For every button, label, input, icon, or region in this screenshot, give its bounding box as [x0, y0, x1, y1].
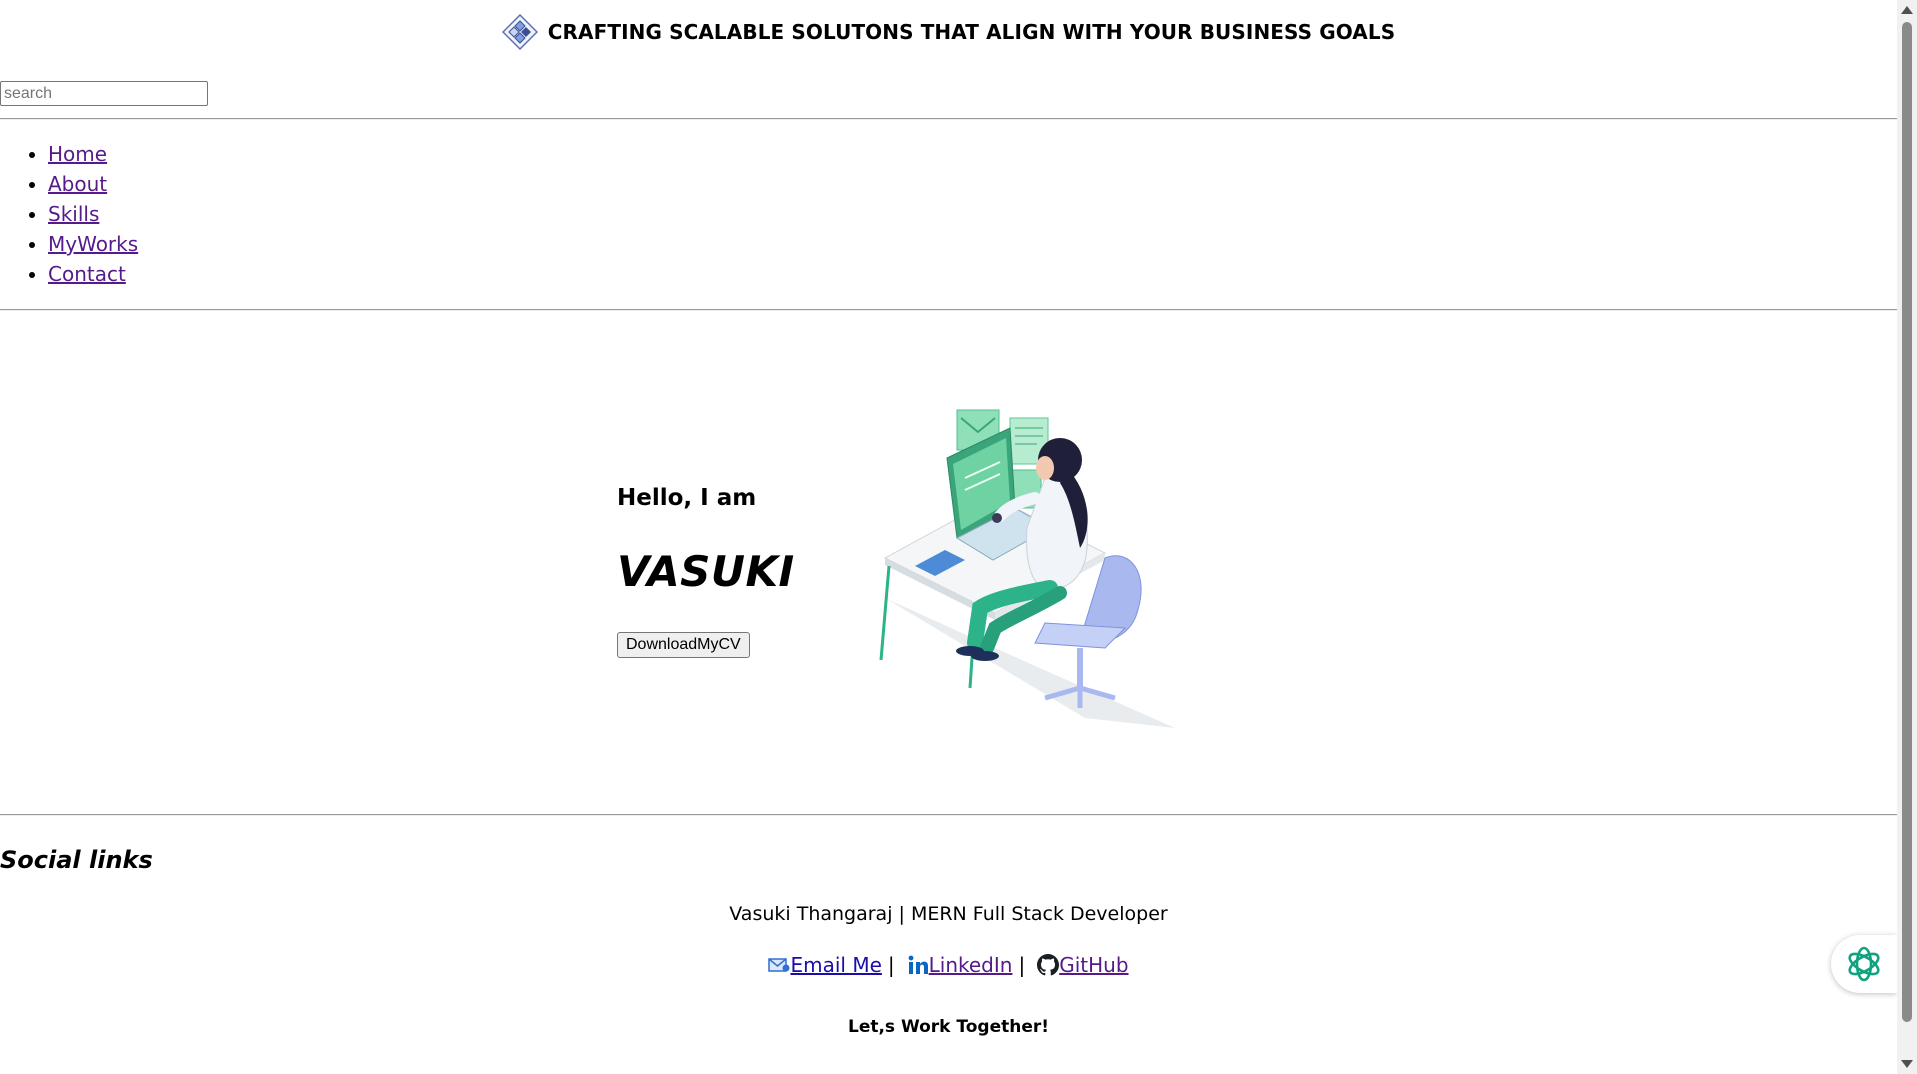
- social-links: Email Me | LinkedIn | GitHub: [0, 953, 1897, 977]
- link-separator: |: [887, 953, 895, 977]
- nav-item-skills: Skills: [48, 199, 138, 229]
- work-together-cta: Let,s Work Together!: [847, 1017, 1050, 1037]
- social-links-title: Social links: [0, 846, 153, 874]
- email-me-link[interactable]: Email Me: [790, 953, 881, 977]
- link-separator: |: [1018, 953, 1026, 977]
- openai-assistant-icon: [1848, 946, 1880, 982]
- nav-link-contact[interactable]: Contact: [48, 262, 126, 286]
- divider: [0, 814, 1897, 816]
- diamond-logo-icon: [501, 14, 538, 50]
- github-link[interactable]: GitHub: [1059, 953, 1128, 977]
- email-icon: [768, 958, 790, 972]
- divider: [0, 118, 1897, 120]
- site-header: CRAFTING SCALABLE SOLUTONS THAT ALIGN WI…: [0, 14, 1897, 50]
- download-cv-button[interactable]: DownloadMyCV: [617, 632, 750, 658]
- page: CRAFTING SCALABLE SOLUTONS THAT ALIGN WI…: [0, 0, 1897, 1074]
- linkedin-icon: [908, 955, 928, 974]
- nav-item-contact: Contact: [48, 259, 138, 289]
- nav-link-skills[interactable]: Skills: [48, 202, 99, 226]
- social-link-github: GitHub: [1037, 953, 1129, 977]
- nav-link-about[interactable]: About: [48, 172, 107, 196]
- person-at-computer-illustration: [879, 409, 1175, 728]
- scroll-up-arrow-icon[interactable]: [1901, 6, 1913, 14]
- nav-item-home: Home: [48, 139, 138, 169]
- search-input[interactable]: [0, 81, 208, 106]
- social-link-linkedin: LinkedIn: [907, 953, 1013, 977]
- hero-greeting: Hello, I am: [617, 485, 757, 511]
- footer-byline: Vasuki Thangaraj | MERN Full Stack Devel…: [729, 903, 1168, 925]
- divider: [0, 309, 1897, 311]
- assistant-button[interactable]: [1831, 935, 1897, 993]
- linkedin-link[interactable]: LinkedIn: [929, 953, 1013, 977]
- hero-name: VASUKI: [617, 547, 795, 596]
- social-link-email: Email Me: [768, 953, 882, 977]
- page-tagline: CRAFTING SCALABLE SOLUTONS THAT ALIGN WI…: [547, 20, 1396, 44]
- nav-item-myworks: MyWorks: [48, 229, 138, 259]
- scroll-down-arrow-icon[interactable]: [1901, 1060, 1913, 1068]
- main-nav: Home About Skills MyWorks Contact: [0, 139, 138, 289]
- nav-item-about: About: [48, 169, 138, 199]
- page-scrollbar[interactable]: [1897, 0, 1917, 1074]
- github-icon: [1037, 954, 1060, 976]
- scrollbar-thumb[interactable]: [1902, 22, 1912, 1022]
- nav-link-home[interactable]: Home: [48, 142, 107, 166]
- nav-link-myworks[interactable]: MyWorks: [48, 232, 138, 256]
- hero-text: Hello, I am VASUKI DownloadMyCV: [617, 485, 795, 658]
